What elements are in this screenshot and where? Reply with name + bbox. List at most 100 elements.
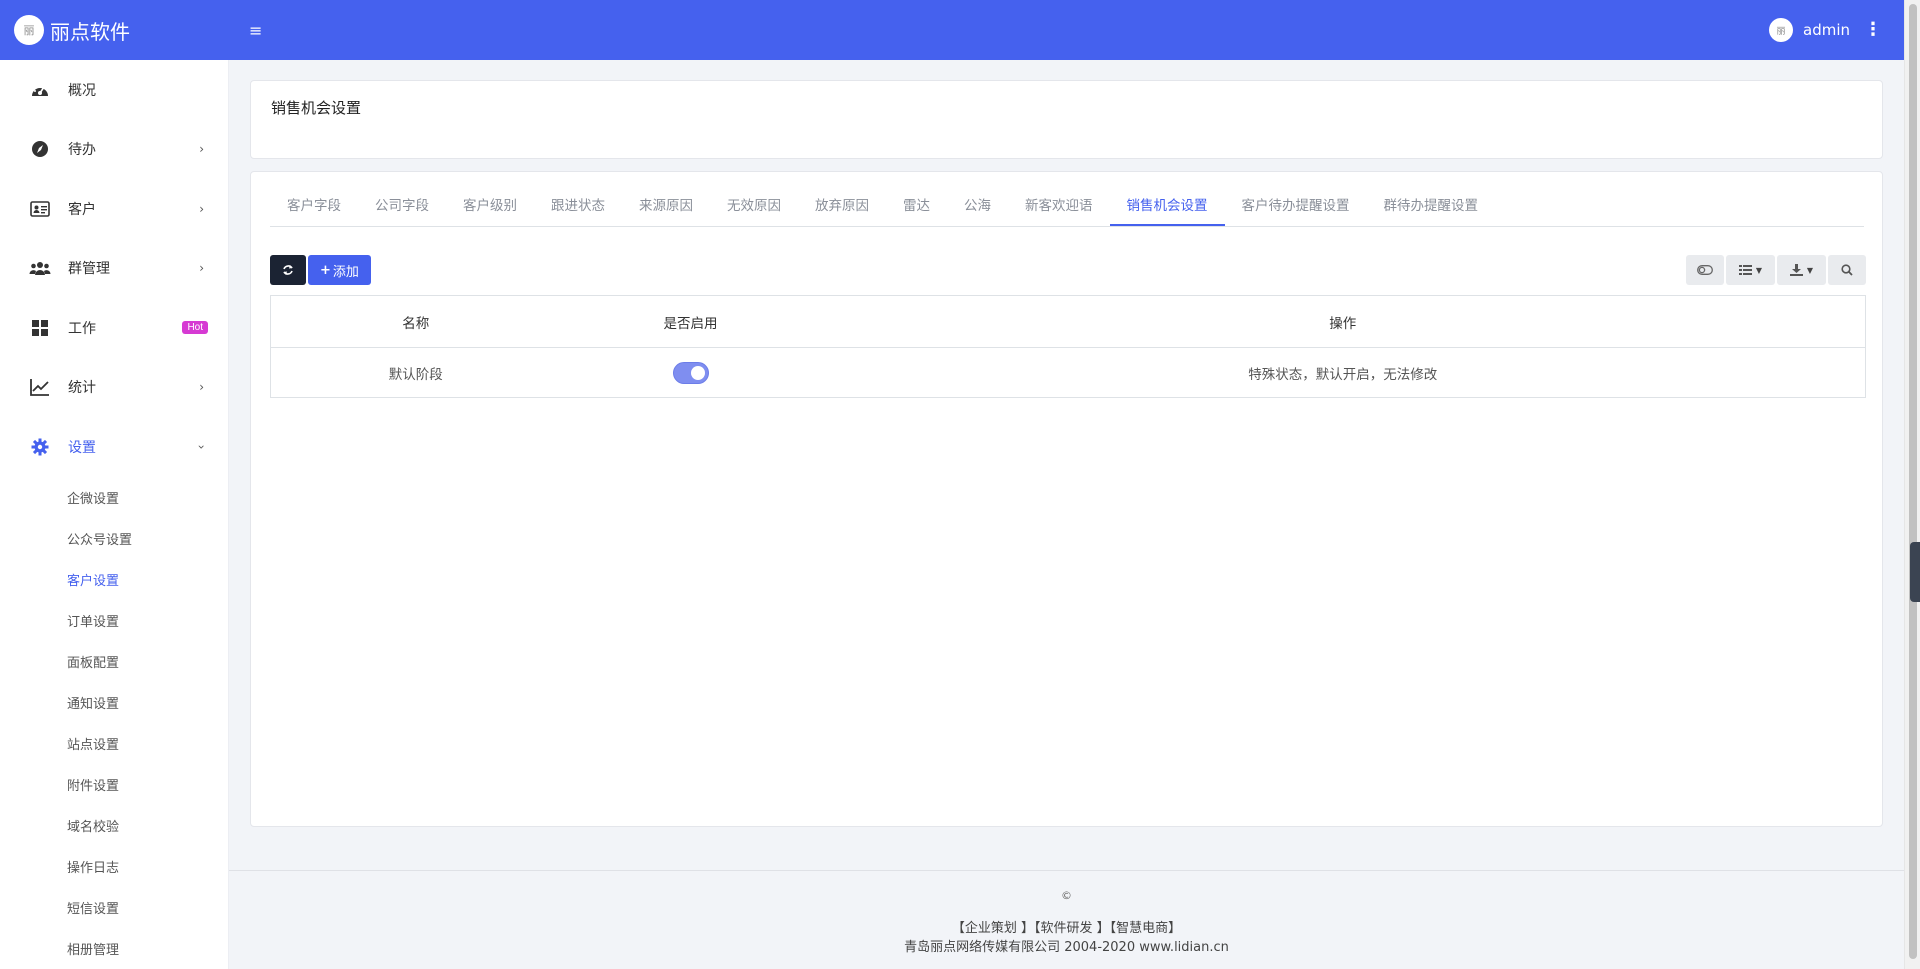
chevron-down-icon: ›: [194, 444, 209, 450]
sidebar-item-groups[interactable]: 群管理 ›: [0, 239, 228, 299]
export-dropdown[interactable]: ▼: [1777, 255, 1826, 285]
table-header-row: 名称 是否启用 操作: [270, 295, 1866, 348]
submenu-item[interactable]: 附件设置: [0, 764, 228, 805]
footer: © 【企业策划 】【软件研发 】【智慧电商】 青岛丽点网络传媒有限公司 2004…: [229, 870, 1904, 969]
hamburger-icon[interactable]: ≡: [249, 21, 262, 40]
add-button[interactable]: + 添加: [308, 255, 371, 285]
toolbar-left: + 添加: [270, 255, 371, 285]
tab-invalid-reason[interactable]: 无效原因: [710, 186, 798, 226]
scrollbar[interactable]: [1904, 0, 1920, 969]
submenu-item[interactable]: 公众号设置: [0, 518, 228, 559]
brand-name: 丽点软件: [50, 19, 130, 44]
chevron-right-icon: ›: [199, 380, 204, 395]
submenu-item[interactable]: 面板配置: [0, 641, 228, 682]
caret-down-icon: ▼: [1806, 265, 1814, 275]
cell-action: 特殊状态，默认开启，无法修改: [1248, 366, 1438, 383]
username[interactable]: admin: [1803, 21, 1850, 39]
search-button[interactable]: [1828, 255, 1866, 285]
tab-public-pool[interactable]: 公海: [947, 186, 1008, 226]
submenu-item[interactable]: 域名校验: [0, 805, 228, 846]
tab-customer-todo-reminder[interactable]: 客户待办提醒设置: [1225, 186, 1367, 226]
cell-name: 默认阶段: [388, 366, 443, 383]
cell-enabled: [561, 348, 821, 398]
sidebar-item-todo[interactable]: 待办 ›: [0, 120, 228, 180]
toggle-icon: [1697, 265, 1713, 275]
column-header-enabled[interactable]: 是否启用: [560, 295, 821, 348]
copyright-symbol: ©: [1061, 889, 1072, 902]
refresh-button[interactable]: [270, 255, 306, 285]
download-icon: [1789, 264, 1803, 276]
sidebar-item-work[interactable]: 工作 Hot: [0, 298, 228, 358]
list-icon: [1738, 265, 1752, 275]
side-handle[interactable]: [1910, 542, 1920, 602]
sidebar-item-customers[interactable]: 客户 ›: [0, 179, 228, 239]
submenu-item[interactable]: 订单设置: [0, 600, 228, 641]
table-row: 默认阶段 特殊状态，默认开启，无法修改: [271, 348, 1866, 398]
enabled-toggle[interactable]: [672, 361, 709, 384]
data-table: 名称 是否启用 操作 默认阶段 特殊状态，默认开启，无法修改: [270, 295, 1866, 398]
column-header-action[interactable]: 操作: [820, 295, 1866, 348]
tab-customer-level[interactable]: 客户级别: [446, 186, 534, 226]
submenu-item[interactable]: 站点设置: [0, 723, 228, 764]
submenu-item[interactable]: 相册管理: [0, 928, 228, 969]
users-icon: [29, 257, 51, 279]
tab-follow-status[interactable]: 跟进状态: [534, 186, 622, 226]
sidebar-item-label: 设置: [68, 439, 96, 456]
caret-down-icon: ▼: [1755, 265, 1763, 275]
page-title-card: 销售机会设置: [250, 80, 1883, 159]
tab-sales-opportunity[interactable]: 销售机会设置: [1109, 186, 1225, 226]
toolbar-right: ▼ ▼: [1686, 255, 1866, 285]
scrollbar-thumb[interactable]: [1909, 4, 1917, 959]
submenu-item-active[interactable]: 客户设置: [0, 559, 228, 600]
refresh-icon: [283, 265, 293, 275]
column-header-name[interactable]: 名称: [270, 295, 561, 348]
brand-logo: 丽: [14, 15, 44, 45]
tab-abandon-reason[interactable]: 放弃原因: [798, 186, 886, 226]
chevron-right-icon: ›: [199, 201, 204, 216]
user-menu[interactable]: 丽 admin ⋮: [1769, 18, 1904, 42]
gear-icon: [29, 436, 51, 458]
top-navbar: 丽 丽点软件 ≡ 丽 admin ⋮: [0, 0, 1904, 60]
tab-radar[interactable]: 雷达: [886, 186, 947, 226]
sidebar-item-stats[interactable]: 统计 ›: [0, 358, 228, 418]
dashboard-icon: [29, 79, 51, 101]
footer-links[interactable]: 【企业策划 】【软件研发 】【智慧电商】: [229, 917, 1904, 936]
plus-icon: +: [320, 262, 331, 278]
submenu-item[interactable]: 企微设置: [0, 477, 228, 518]
tab-customer-fields[interactable]: 客户字段: [270, 186, 358, 226]
settings-submenu: 企微设置 公众号设置 客户设置 订单设置 面板配置 通知设置 站点设置 附件设置…: [0, 477, 228, 969]
add-button-label: 添加: [332, 264, 359, 280]
submenu-item[interactable]: 操作日志: [0, 846, 228, 887]
chevron-right-icon: ›: [199, 261, 204, 276]
page-title: 销售机会设置: [271, 99, 362, 117]
sidebar-item-overview[interactable]: 概况: [0, 60, 228, 120]
content-card: 客户字段 公司字段 客户级别 跟进状态 来源原因 无效原因 放弃原因 雷达 公海…: [250, 171, 1883, 827]
sidebar-item-label: 概况: [68, 82, 96, 99]
sidebar-item-settings[interactable]: 设置 ›: [0, 417, 228, 477]
tab-welcome-message[interactable]: 新客欢迎语: [1008, 186, 1110, 226]
brand[interactable]: 丽 丽点软件: [0, 0, 229, 60]
sidebar-item-label: 统计: [68, 380, 96, 397]
hot-badge: Hot: [182, 321, 208, 335]
tab-company-fields[interactable]: 公司字段: [358, 186, 446, 226]
avatar[interactable]: 丽: [1769, 18, 1793, 42]
id-card-icon: [29, 198, 51, 220]
more-vertical-icon[interactable]: ⋮: [1864, 21, 1882, 39]
tab-group-todo-reminder[interactable]: 群待办提醒设置: [1367, 186, 1496, 226]
compass-icon: [29, 138, 51, 160]
search-icon: [1841, 264, 1853, 276]
tab-bar: 客户字段 公司字段 客户级别 跟进状态 来源原因 无效原因 放弃原因 雷达 公海…: [270, 186, 1864, 227]
tab-source-reason[interactable]: 来源原因: [622, 186, 710, 226]
sidebar-item-label: 客户: [68, 201, 96, 218]
columns-dropdown[interactable]: ▼: [1726, 255, 1775, 285]
submenu-item[interactable]: 通知设置: [0, 682, 228, 723]
footer-copyright: 青岛丽点网络传媒有限公司 2004-2020 www.lidian.cn: [904, 940, 1229, 955]
sidebar-item-label: 待办: [68, 142, 96, 159]
grid-icon: [29, 317, 51, 339]
chart-line-icon: [29, 376, 51, 398]
sidebar-item-label: 工作: [68, 320, 96, 337]
toggle-view-button[interactable]: [1686, 255, 1724, 285]
chevron-right-icon: ›: [199, 142, 204, 157]
sidebar: 概况 待办 › 客户 › 群管理 › 工作 Hot 统计 › 设置 › 企微设置…: [0, 60, 229, 969]
submenu-item[interactable]: 短信设置: [0, 887, 228, 928]
